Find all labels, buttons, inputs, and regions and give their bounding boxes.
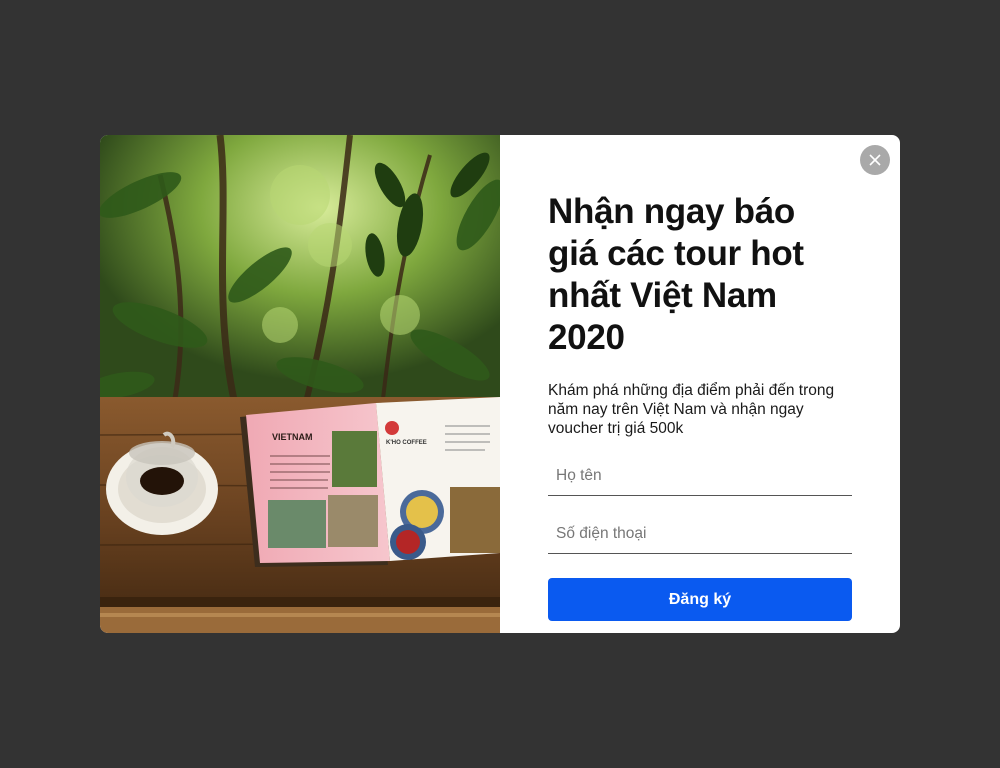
close-button[interactable]	[860, 145, 890, 175]
coffee-book-photo: VIETNAM K'HO COFFEE	[100, 135, 500, 633]
popup-form-panel: Nhận ngay báo giá các tour hot nhất Việt…	[500, 135, 900, 633]
name-input[interactable]	[548, 456, 852, 495]
book-title-right: K'HO COFFEE	[386, 440, 427, 446]
popup-modal: VIETNAM K'HO COFFEE Nhận ngay báo giá cá…	[100, 135, 900, 633]
phone-field-wrapper	[548, 514, 852, 554]
phone-input[interactable]	[548, 514, 852, 553]
register-button[interactable]: Đăng ký	[548, 578, 852, 621]
name-field-wrapper	[548, 456, 852, 496]
popup-subtext: Khám phá những địa điểm phải đến trong n…	[548, 382, 835, 437]
close-icon	[869, 154, 881, 166]
popup-headline: Nhận ngay báo giá các tour hot nhất Việt…	[548, 192, 804, 357]
book-title-left: VIETNAM	[272, 432, 313, 442]
